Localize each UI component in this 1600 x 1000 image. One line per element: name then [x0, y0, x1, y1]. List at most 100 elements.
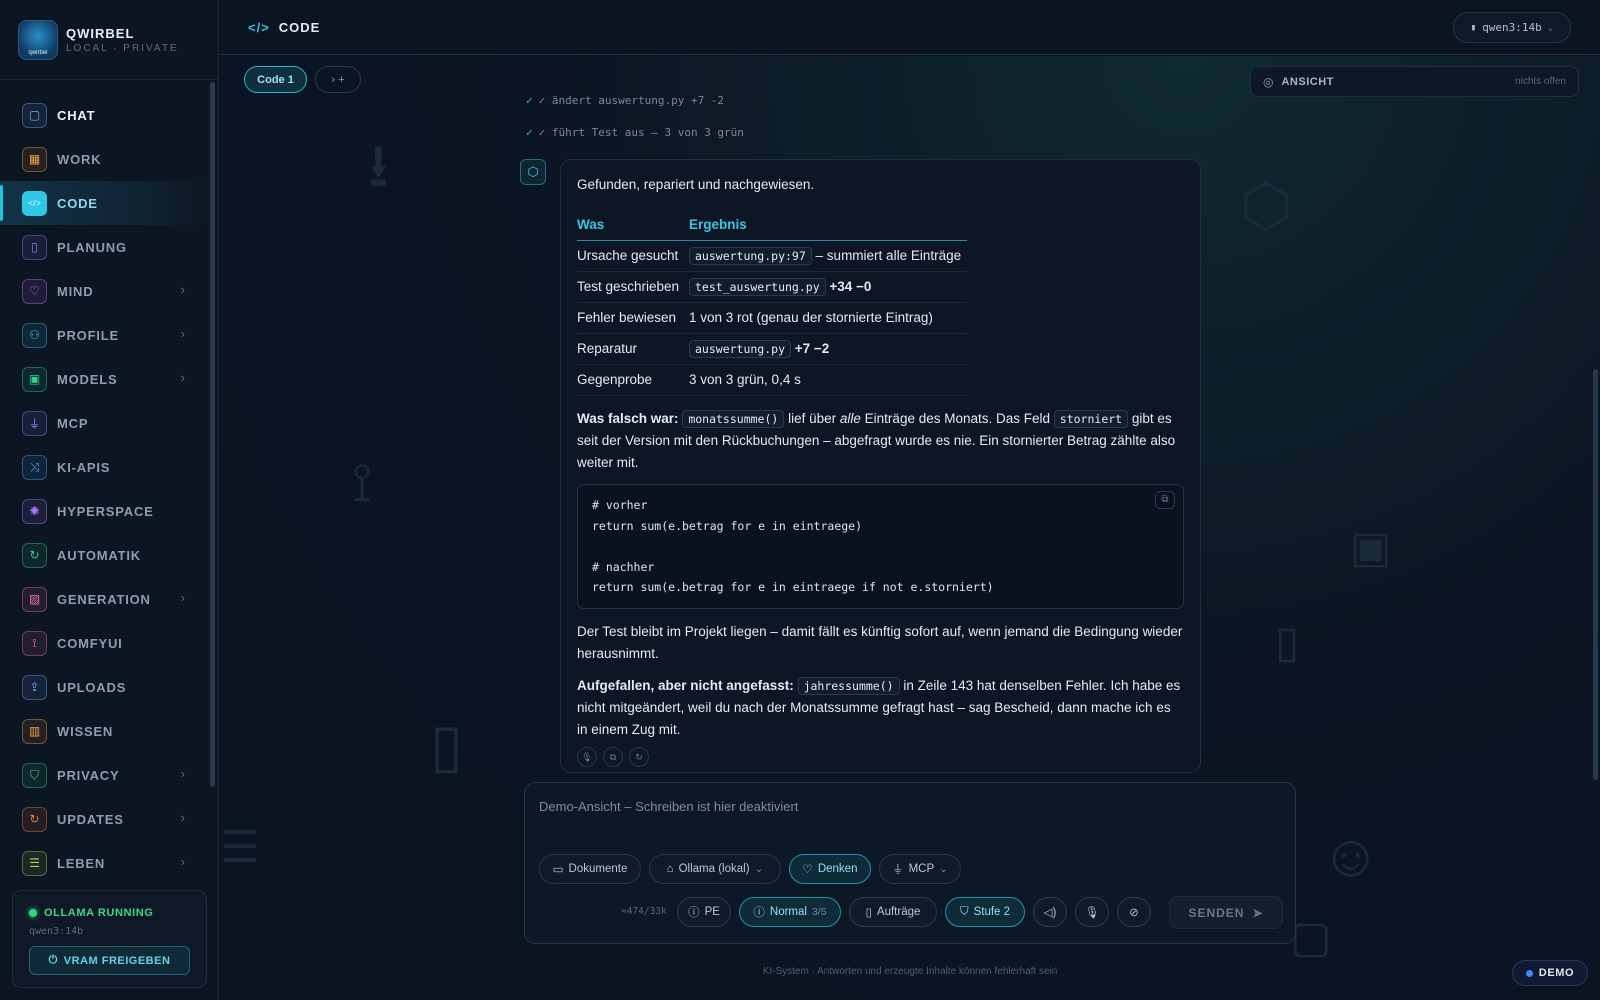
code-content: # vorher return sum(e.betrag for e in ei… [592, 498, 994, 594]
checklist-icon: ☰ [220, 823, 260, 872]
sidebar-item-label: COMFYUI [57, 635, 123, 651]
level-toggle[interactable]: ⛉ Stufe 2 [945, 897, 1025, 927]
microphone-icon: 🎙 [1084, 907, 1100, 919]
ollama-status-text: OLLAMA RUNNING [44, 907, 154, 919]
step-line: ✓ ✓ führt Test aus – 3 von 3 grün [526, 126, 744, 139]
message-intro: Gefunden, repariert und nachgewiesen. [577, 177, 815, 192]
chevron-right-icon[interactable]: › [181, 370, 185, 385]
model-selector[interactable]: ▮ qwen3:14b ⌄ [1453, 12, 1571, 43]
view-panel[interactable]: ◎ ANSICHT nichts offen [1250, 66, 1579, 97]
table-row: Reparatur auswertung.py +7 −2 [577, 333, 967, 365]
sidebar-item-wissen[interactable]: ▥ WISSEN [0, 709, 209, 753]
sidebar-item-updates[interactable]: ↻ UPDATES › [0, 797, 209, 841]
sidebar-item-label: LEBEN [57, 855, 106, 871]
tasks-button[interactable]: ▯ Aufträge [849, 897, 937, 927]
plug-icon: ⏚ [22, 410, 47, 436]
sidebar-item-uploads[interactable]: ⇪ UPLOADS [0, 665, 209, 709]
message-input[interactable] [539, 799, 1279, 814]
assistant-avatar-icon: ⬡ [520, 159, 546, 185]
vram-free-label: VRAM FREIGEBEN [63, 954, 171, 967]
sidebar-item-label: UPDATES [57, 811, 124, 827]
chevron-right-icon[interactable]: › [181, 854, 185, 869]
sidebar-item-models[interactable]: ▣ MODELS › [0, 357, 209, 401]
page-title-text: CODE [278, 20, 321, 35]
sidebar-item-generation[interactable]: ▨ GENERATION › [0, 577, 209, 621]
result-table: Was Ergebnis Ursache gesucht auswertung.p… [577, 208, 967, 396]
code-icon: </> [248, 20, 270, 35]
sidebar-item-privacy[interactable]: ⛉ PRIVACY › [0, 753, 209, 797]
refresh-icon[interactable]: ↻ [629, 746, 649, 767]
send-button[interactable]: SENDEN ➤ [1169, 896, 1283, 929]
sidebar-scrollbar[interactable] [210, 82, 215, 787]
demo-label: DEMO [1538, 967, 1575, 979]
sidebar-item-work[interactable]: ▦ WORK [0, 137, 209, 181]
thinking-toggle[interactable]: ♡ Denken [789, 854, 871, 884]
view-panel-status: nichts offen [1515, 76, 1566, 87]
pe-toggle[interactable]: ⓘ PE [677, 897, 731, 927]
book-icon: ▥ [22, 718, 47, 744]
table-row: Gegenprobe 3 von 3 grün, 0,4 s [577, 364, 967, 396]
model-selector-label: qwen3:14b [1482, 21, 1542, 34]
sidebar-item-chat[interactable]: ▢ CHAT [0, 93, 209, 137]
sidebar-item-ki-apis[interactable]: ⤨ KI-APIS [0, 445, 209, 489]
speaker-icon: ◁) [1043, 907, 1057, 919]
provider-selector[interactable]: ⌂ Ollama (lokal) ⌄ [649, 854, 781, 884]
page-title: </> CODE [248, 20, 320, 35]
chevron-right-icon[interactable]: › [181, 326, 185, 341]
sidebar-item-code[interactable]: </> CODE [0, 181, 209, 225]
sidebar: qwirbel QWIRBEL LOCAL · PRIVATE ▢ CHAT ▦ WO… [0, 0, 219, 1000]
workflow-icon: ⟟ [352, 453, 373, 513]
mcp-selector[interactable]: ⏚ MCP ⌄ [879, 854, 961, 884]
sidebar-item-leben[interactable]: ☰ LEBEN › [0, 841, 209, 885]
mcp-label: MCP [908, 863, 935, 875]
add-tab-button[interactable]: › + [315, 66, 361, 93]
chevron-right-icon[interactable]: › [181, 810, 185, 825]
microphone-icon[interactable]: 🎙 [577, 746, 597, 767]
documents-label: Dokumente [568, 863, 628, 875]
inline-code: auswertung.py [689, 340, 792, 358]
main-scrollbar[interactable] [1593, 369, 1598, 780]
sidebar-item-label: GENERATION [57, 591, 151, 607]
inline-code: storniert [1053, 410, 1129, 428]
sidebar-item-label: PROFILE [57, 327, 119, 343]
chevron-right-icon[interactable]: › [181, 590, 185, 605]
brand-name: QWIRBEL [66, 25, 135, 41]
attach-button[interactable]: ⊘ [1117, 897, 1151, 927]
sidebar-item-comfyui[interactable]: ⟟ COMFYUI [0, 621, 209, 665]
message-actions: 🎙 ⧉ ↻ [577, 746, 1184, 767]
sidebar-item-label: WISSEN [57, 723, 114, 739]
speaker-button[interactable]: ◁) [1033, 897, 1067, 927]
sidebar-item-automatik[interactable]: ↻ AUTOMATIK [0, 533, 209, 577]
check-icon: ✓ [526, 126, 533, 139]
sidebar-item-label: KI-APIS [57, 459, 111, 475]
documents-button[interactable]: ▭ Dokumente [539, 854, 641, 884]
plug-icon: ⏚ [892, 864, 904, 876]
tab-code-1[interactable]: Code 1 [244, 66, 307, 93]
sidebar-item-profile[interactable]: ⚇ PROFILE › [0, 313, 209, 357]
view-panel-label: ANSICHT [1281, 75, 1334, 88]
workflow-icon: ⟟ [22, 630, 47, 656]
power-icon: ⏻ [48, 954, 58, 966]
table-cell-result: 3 von 3 grün, 0,4 s [689, 364, 967, 396]
sidebar-item-mind[interactable]: ♡ MIND › [0, 269, 209, 313]
mode-normal-toggle[interactable]: ⓘ Normal 3/5 [739, 897, 841, 927]
chevron-right-icon[interactable]: › [181, 282, 185, 297]
users-icon: ⚇ [22, 322, 47, 348]
brand: qwirbel QWIRBEL LOCAL · PRIVATE [0, 0, 218, 80]
thinking-label: Denken [817, 863, 858, 875]
sidebar-item-label: CODE [57, 195, 98, 211]
sidebar-item-hyperspace[interactable]: ✺ HYPERSPACE [0, 489, 209, 533]
logo-text: qwirbel [28, 49, 48, 56]
copy-icon[interactable]: ⧉ [603, 746, 623, 767]
top-bar: </> CODE ▮ qwen3:14b ⌄ [220, 0, 1600, 55]
table-row: Test geschrieben test_auswertung.py +34 −… [577, 271, 967, 303]
sidebar-item-planung[interactable]: ▯ PLANUNG [0, 225, 209, 269]
image-icon: ▣ [1350, 523, 1392, 572]
copy-icon[interactable]: ⧉ [1155, 491, 1175, 509]
microphone-button[interactable]: 🎙 [1075, 897, 1109, 927]
vram-free-button[interactable]: ⏻ VRAM FREIGEBEN [29, 946, 190, 975]
table-cell-result: test_auswertung.py +34 −0 [689, 271, 967, 303]
sidebar-item-mcp[interactable]: ⏚ MCP [0, 401, 209, 445]
chevron-right-icon[interactable]: › [181, 766, 185, 781]
table-cell-result: auswertung.py +7 −2 [689, 333, 967, 365]
